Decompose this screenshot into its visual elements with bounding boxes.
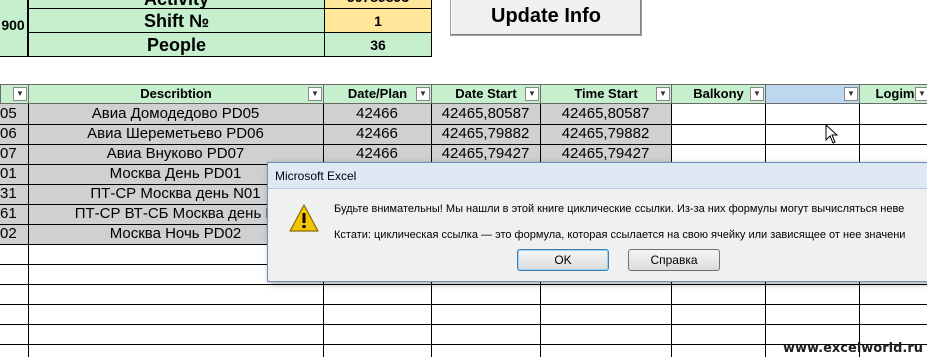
- info-left-cell[interactable]: 900: [0, 0, 28, 57]
- filter-dropdown-icon[interactable]: ▼: [525, 87, 539, 101]
- row-id-cell[interactable]: 05: [0, 104, 27, 124]
- date-plan-cell[interactable]: 42466: [324, 144, 430, 164]
- filter-dropdown-icon[interactable]: ▼: [416, 87, 430, 101]
- header-date-plan[interactable]: Date/Plan ▼: [323, 84, 432, 104]
- header-description[interactable]: Describtion ▼: [28, 84, 324, 104]
- warning-icon: [289, 204, 319, 232]
- header-logim[interactable]: Logim ▼: [859, 84, 927, 104]
- header-date-start-label: Date Start: [455, 86, 517, 101]
- filter-dropdown-icon[interactable]: ▼: [915, 87, 927, 101]
- header-time-start-label: Time Start: [574, 86, 638, 101]
- shift-value: 1: [374, 13, 382, 29]
- help-button[interactable]: Справка: [628, 249, 720, 271]
- people-label: People: [146, 35, 207, 55]
- row-id-cell[interactable]: 31: [0, 184, 27, 204]
- filter-dropdown-icon[interactable]: ▼: [844, 87, 858, 101]
- header-id[interactable]: ▼: [0, 84, 29, 104]
- excel-alert-dialog: Microsoft Excel Будьте внимательны! Мы н…: [267, 162, 927, 282]
- row-id-cell[interactable]: 07: [0, 144, 27, 164]
- shift-value-cell[interactable]: 1: [324, 8, 432, 33]
- header-logim-label: Logim: [875, 86, 915, 101]
- people-value: 36: [370, 37, 386, 53]
- time-start-cell[interactable]: 42465,79882: [541, 124, 670, 144]
- header-balkony[interactable]: Balkony ▼: [671, 84, 766, 104]
- description-cell[interactable]: Авиа Домодедово PD05: [29, 104, 322, 124]
- people-label-cell[interactable]: People: [28, 32, 325, 57]
- mouse-cursor-icon: [825, 124, 839, 144]
- header-date-start[interactable]: Date Start ▼: [431, 84, 541, 104]
- header-balkony-label: Balkony: [693, 86, 744, 101]
- date-start-cell[interactable]: 42465,79427: [432, 144, 539, 164]
- row-id-cell[interactable]: 61: [0, 204, 27, 224]
- header-description-label: Describtion: [140, 86, 212, 101]
- header-blank[interactable]: ▼: [765, 84, 860, 104]
- shift-label: Shift №: [143, 11, 210, 31]
- row-id-cell[interactable]: 02: [0, 224, 27, 244]
- dialog-message-line2: Кстати: циклическая ссылка — это формула…: [334, 229, 906, 241]
- activity-value: 56789893: [324, 0, 432, 4]
- row-id-cell[interactable]: 01: [0, 164, 27, 184]
- description-cell[interactable]: Авиа Шереметьево PD06: [29, 124, 322, 144]
- date-start-cell[interactable]: 42465,80587: [432, 104, 539, 124]
- header-time-start[interactable]: Time Start ▼: [540, 84, 672, 104]
- filter-dropdown-icon[interactable]: ▼: [308, 87, 322, 101]
- date-plan-cell[interactable]: 42466: [324, 124, 430, 144]
- shift-label-cell[interactable]: Shift №: [28, 8, 325, 33]
- filter-dropdown-icon[interactable]: ▼: [13, 87, 27, 101]
- header-date-plan-label: Date/Plan: [347, 86, 408, 101]
- dialog-title: Microsoft Excel: [268, 163, 927, 189]
- ok-button[interactable]: OK: [517, 249, 609, 271]
- row-id-cell[interactable]: 06: [0, 124, 27, 144]
- dialog-message-line1: Будьте внимательны! Мы нашли в этой книг…: [334, 203, 905, 215]
- people-value-cell[interactable]: 36: [324, 32, 432, 57]
- description-cell[interactable]: Авиа Внуково PD07: [29, 144, 322, 164]
- filter-dropdown-icon[interactable]: ▼: [750, 87, 764, 101]
- update-info-button[interactable]: Update Info: [450, 0, 642, 36]
- info-left-fragment: 900: [1, 17, 25, 33]
- time-start-cell[interactable]: 42465,80587: [541, 104, 670, 124]
- filter-dropdown-icon[interactable]: ▼: [656, 87, 670, 101]
- watermark-text: www.excelworld.ru: [782, 341, 923, 356]
- time-start-cell[interactable]: 42465,79427: [541, 144, 670, 164]
- date-plan-cell[interactable]: 42466: [324, 104, 430, 124]
- date-start-cell[interactable]: 42465,79882: [432, 124, 539, 144]
